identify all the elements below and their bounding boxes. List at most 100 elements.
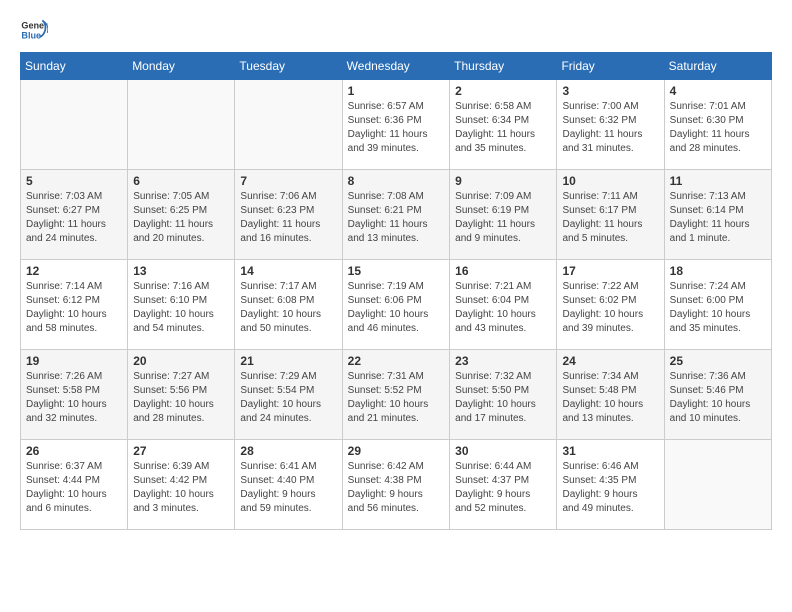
day-number: 3 <box>562 84 658 98</box>
day-info: Sunrise: 7:34 AM Sunset: 5:48 PM Dayligh… <box>562 370 658 426</box>
calendar-cell: 28 Sunrise: 6:41 AM Sunset: 4:40 PM Dayli… <box>235 440 342 530</box>
calendar-cell: 21 Sunrise: 7:29 AM Sunset: 5:54 PM Dayli… <box>235 350 342 440</box>
calendar-cell: 9 Sunrise: 7:09 AM Sunset: 6:19 PM Daylig… <box>450 170 557 260</box>
calendar-cell: 25 Sunrise: 7:36 AM Sunset: 5:46 PM Dayli… <box>664 350 771 440</box>
calendar-cell: 16Sunrise: 7:21 AM Sunset: 6:04 PM Dayli… <box>450 260 557 350</box>
day-number: 10 <box>562 174 658 188</box>
header-sunday: Sunday <box>21 53 128 80</box>
header-wednesday: Wednesday <box>342 53 450 80</box>
day-number: 25 <box>670 354 766 368</box>
day-info: Sunrise: 7:16 AM Sunset: 6:10 PM Dayligh… <box>133 280 229 336</box>
calendar-week-3: 12 Sunrise: 7:14 AM Sunset: 6:12 PM Dayli… <box>21 260 772 350</box>
day-info: Sunrise: 7:09 AM Sunset: 6:19 PM Dayligh… <box>455 190 551 246</box>
day-number: 6 <box>133 174 229 188</box>
day-info: Sunrise: 7:14 AM Sunset: 6:12 PM Dayligh… <box>26 280 122 336</box>
header-monday: Monday <box>128 53 235 80</box>
calendar-cell: 3 Sunrise: 7:00 AM Sunset: 6:32 PM Daylig… <box>557 80 664 170</box>
calendar-cell: 13 Sunrise: 7:16 AM Sunset: 6:10 PM Dayli… <box>128 260 235 350</box>
header-saturday: Saturday <box>664 53 771 80</box>
day-info: Sunrise: 6:44 AM Sunset: 4:37 PM Dayligh… <box>455 460 551 516</box>
day-number: 21 <box>240 354 336 368</box>
calendar-cell: 4 Sunrise: 7:01 AM Sunset: 6:30 PM Daylig… <box>664 80 771 170</box>
calendar-week-4: 19 Sunrise: 7:26 AM Sunset: 5:58 PM Dayli… <box>21 350 772 440</box>
day-number: 17 <box>562 264 658 278</box>
day-info: Sunrise: 7:32 AM Sunset: 5:50 PM Dayligh… <box>455 370 551 426</box>
calendar-cell: 22 Sunrise: 7:31 AM Sunset: 5:52 PM Dayli… <box>342 350 450 440</box>
day-number: 12 <box>26 264 122 278</box>
calendar-cell: 7 Sunrise: 7:06 AM Sunset: 6:23 PM Daylig… <box>235 170 342 260</box>
calendar-cell: 6 Sunrise: 7:05 AM Sunset: 6:25 PM Daylig… <box>128 170 235 260</box>
day-info: Sunrise: 7:31 AM Sunset: 5:52 PM Dayligh… <box>348 370 445 426</box>
day-number: 1 <box>348 84 445 98</box>
calendar-cell: 18 Sunrise: 7:24 AM Sunset: 6:00 PM Dayli… <box>664 260 771 350</box>
day-number: 19 <box>26 354 122 368</box>
day-number: 9 <box>455 174 551 188</box>
day-info: Sunrise: 7:27 AM Sunset: 5:56 PM Dayligh… <box>133 370 229 426</box>
day-info: Sunrise: 7:29 AM Sunset: 5:54 PM Dayligh… <box>240 370 336 426</box>
page-header: General Blue <box>20 16 772 44</box>
day-number: 13 <box>133 264 229 278</box>
calendar-cell: 30 Sunrise: 6:44 AM Sunset: 4:37 PM Dayli… <box>450 440 557 530</box>
header-thursday: Thursday <box>450 53 557 80</box>
day-number: 30 <box>455 444 551 458</box>
day-number: 24 <box>562 354 658 368</box>
day-number: 11 <box>670 174 766 188</box>
calendar-cell <box>21 80 128 170</box>
day-number: 14 <box>240 264 336 278</box>
day-info: Sunrise: 7:26 AM Sunset: 5:58 PM Dayligh… <box>26 370 122 426</box>
svg-text:Blue: Blue <box>21 30 41 40</box>
calendar-cell: 17 Sunrise: 7:22 AM Sunset: 6:02 PM Dayli… <box>557 260 664 350</box>
day-info: Sunrise: 7:13 AM Sunset: 6:14 PM Dayligh… <box>670 190 766 246</box>
calendar-cell: 5 Sunrise: 7:03 AM Sunset: 6:27 PM Daylig… <box>21 170 128 260</box>
calendar-cell: 20 Sunrise: 7:27 AM Sunset: 5:56 PM Dayli… <box>128 350 235 440</box>
calendar-cell <box>664 440 771 530</box>
day-info: Sunrise: 7:22 AM Sunset: 6:02 PM Dayligh… <box>562 280 658 336</box>
day-number: 18 <box>670 264 766 278</box>
day-number: 22 <box>348 354 445 368</box>
calendar-cell: 2 Sunrise: 6:58 AM Sunset: 6:34 PM Daylig… <box>450 80 557 170</box>
day-number: 26 <box>26 444 122 458</box>
day-number: 20 <box>133 354 229 368</box>
calendar-cell: 8Sunrise: 7:08 AM Sunset: 6:21 PM Daylig… <box>342 170 450 260</box>
day-number: 27 <box>133 444 229 458</box>
day-number: 31 <box>562 444 658 458</box>
day-info: Sunrise: 7:00 AM Sunset: 6:32 PM Dayligh… <box>562 100 658 156</box>
calendar-table: SundayMondayTuesdayWednesdayThursdayFrid… <box>20 52 772 530</box>
logo-icon: General Blue <box>20 16 48 44</box>
day-info: Sunrise: 7:01 AM Sunset: 6:30 PM Dayligh… <box>670 100 766 156</box>
day-info: Sunrise: 6:41 AM Sunset: 4:40 PM Dayligh… <box>240 460 336 516</box>
day-info: Sunrise: 7:11 AM Sunset: 6:17 PM Dayligh… <box>562 190 658 246</box>
calendar-cell: 15 Sunrise: 7:19 AM Sunset: 6:06 PM Dayli… <box>342 260 450 350</box>
day-number: 29 <box>348 444 445 458</box>
calendar-cell: 23Sunrise: 7:32 AM Sunset: 5:50 PM Dayli… <box>450 350 557 440</box>
day-info: Sunrise: 7:19 AM Sunset: 6:06 PM Dayligh… <box>348 280 445 336</box>
day-info: Sunrise: 7:03 AM Sunset: 6:27 PM Dayligh… <box>26 190 122 246</box>
day-info: Sunrise: 7:05 AM Sunset: 6:25 PM Dayligh… <box>133 190 229 246</box>
calendar-week-1: 1 Sunrise: 6:57 AM Sunset: 6:36 PM Daylig… <box>21 80 772 170</box>
calendar-cell: 31Sunrise: 6:46 AM Sunset: 4:35 PM Dayli… <box>557 440 664 530</box>
calendar-cell: 19 Sunrise: 7:26 AM Sunset: 5:58 PM Dayli… <box>21 350 128 440</box>
day-info: Sunrise: 7:36 AM Sunset: 5:46 PM Dayligh… <box>670 370 766 426</box>
calendar-cell: 29Sunrise: 6:42 AM Sunset: 4:38 PM Dayli… <box>342 440 450 530</box>
day-number: 5 <box>26 174 122 188</box>
calendar-header-row: SundayMondayTuesdayWednesdayThursdayFrid… <box>21 53 772 80</box>
calendar-cell: 24 Sunrise: 7:34 AM Sunset: 5:48 PM Dayli… <box>557 350 664 440</box>
day-number: 2 <box>455 84 551 98</box>
day-info: Sunrise: 6:58 AM Sunset: 6:34 PM Dayligh… <box>455 100 551 156</box>
day-number: 16 <box>455 264 551 278</box>
day-number: 8 <box>348 174 445 188</box>
calendar-cell <box>235 80 342 170</box>
header-tuesday: Tuesday <box>235 53 342 80</box>
calendar-cell: 11 Sunrise: 7:13 AM Sunset: 6:14 PM Dayli… <box>664 170 771 260</box>
day-number: 28 <box>240 444 336 458</box>
day-number: 7 <box>240 174 336 188</box>
day-info: Sunrise: 7:06 AM Sunset: 6:23 PM Dayligh… <box>240 190 336 246</box>
day-info: Sunrise: 7:24 AM Sunset: 6:00 PM Dayligh… <box>670 280 766 336</box>
day-info: Sunrise: 6:57 AM Sunset: 6:36 PM Dayligh… <box>348 100 445 156</box>
calendar-week-2: 5 Sunrise: 7:03 AM Sunset: 6:27 PM Daylig… <box>21 170 772 260</box>
header-friday: Friday <box>557 53 664 80</box>
calendar-cell: 26Sunrise: 6:37 AM Sunset: 4:44 PM Dayli… <box>21 440 128 530</box>
calendar-cell: 1 Sunrise: 6:57 AM Sunset: 6:36 PM Daylig… <box>342 80 450 170</box>
day-number: 4 <box>670 84 766 98</box>
day-number: 15 <box>348 264 445 278</box>
